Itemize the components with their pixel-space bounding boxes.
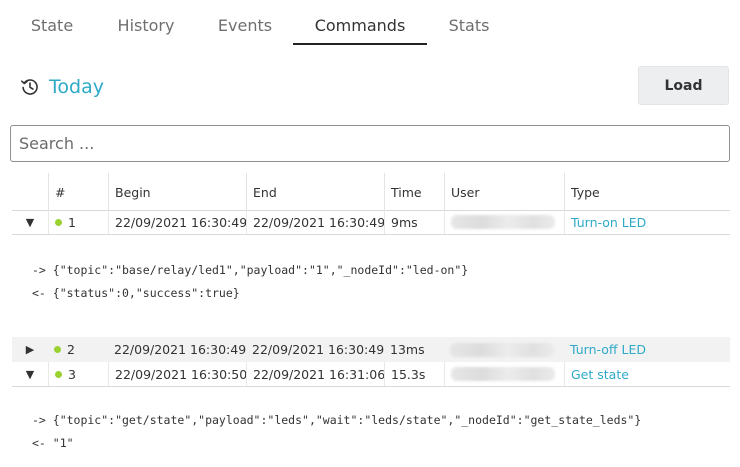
row-begin: 22/09/2021 16:30:49 [114,342,247,357]
tab-events[interactable]: Events [210,0,280,44]
header-type[interactable]: Type [564,173,730,210]
table-header: # Begin End Time User Type [12,173,730,211]
collapse-toggle-icon[interactable]: ▼ [12,362,48,386]
row-number-value: 2 [67,342,75,357]
header-user[interactable]: User [444,173,564,210]
user-redacted [450,342,554,357]
table-row[interactable]: ▶ 2 22/09/2021 16:30:49 22/09/2021 16:30… [12,337,730,362]
header-end[interactable]: End [246,173,384,210]
row-user [444,210,564,234]
table-row[interactable]: ▼ 1 22/09/2021 16:30:49 22/09/2021 16:30… [12,210,730,235]
row-end: 22/09/2021 16:30:49 [252,342,385,357]
row-begin: 22/09/2021 16:30:49 [108,210,247,234]
row-user [444,362,564,386]
row-number: 3 [48,362,108,386]
row-user [444,337,564,362]
tab-stats[interactable]: Stats [440,0,498,44]
table-row[interactable]: ▼ 3 22/09/2021 16:30:50 22/09/2021 16:31… [12,362,730,387]
tab-bar: State History Events Commands Stats [0,0,740,46]
header-time[interactable]: Time [384,173,444,210]
history-icon [20,77,40,97]
type-link[interactable]: Turn-off LED [570,342,646,357]
row-number-value: 1 [68,214,76,230]
search-input[interactable] [10,125,730,162]
row-end: 22/09/2021 16:31:06 [246,362,385,386]
row-number: 2 [48,337,108,362]
row-time: 9ms [384,210,444,234]
status-dot-icon [55,218,62,226]
tab-state[interactable]: State [22,0,82,44]
command-response: <- "1" [32,436,74,450]
active-tab-indicator [293,43,427,45]
row-number-value: 3 [68,366,76,382]
type-link[interactable]: Turn-on LED [571,215,646,230]
tab-history[interactable]: History [108,0,184,44]
date-selector[interactable]: Today [20,72,104,102]
row-time: 13ms [390,342,425,357]
command-request: -> {"topic":"get/state","payload":"leds"… [32,413,642,427]
command-request: -> {"topic":"base/relay/led1","payload":… [32,263,469,277]
user-redacted [451,367,555,381]
row-end: 22/09/2021 16:30:49 [246,210,385,234]
row-type: Get state [564,362,730,386]
date-label[interactable]: Today [49,76,104,98]
tab-commands[interactable]: Commands [293,0,427,44]
header-number[interactable]: # [48,173,108,210]
row-time: 15.3s [384,362,444,386]
header-toggle [12,173,48,210]
command-response: <- {"status":0,"success":true} [32,286,240,300]
row-type: Turn-on LED [564,210,730,234]
header-begin[interactable]: Begin [108,173,246,210]
status-dot-icon [54,346,61,353]
row-number: 1 [48,210,108,234]
row-begin: 22/09/2021 16:30:50 [108,362,247,386]
collapse-toggle-icon[interactable]: ▼ [12,210,48,234]
user-redacted [451,215,555,229]
row-type: Turn-off LED [564,337,730,362]
type-link[interactable]: Get state [571,367,629,382]
load-button[interactable]: Load [638,66,729,105]
expand-toggle-icon[interactable]: ▶ [12,337,48,362]
status-dot-icon [55,370,62,378]
